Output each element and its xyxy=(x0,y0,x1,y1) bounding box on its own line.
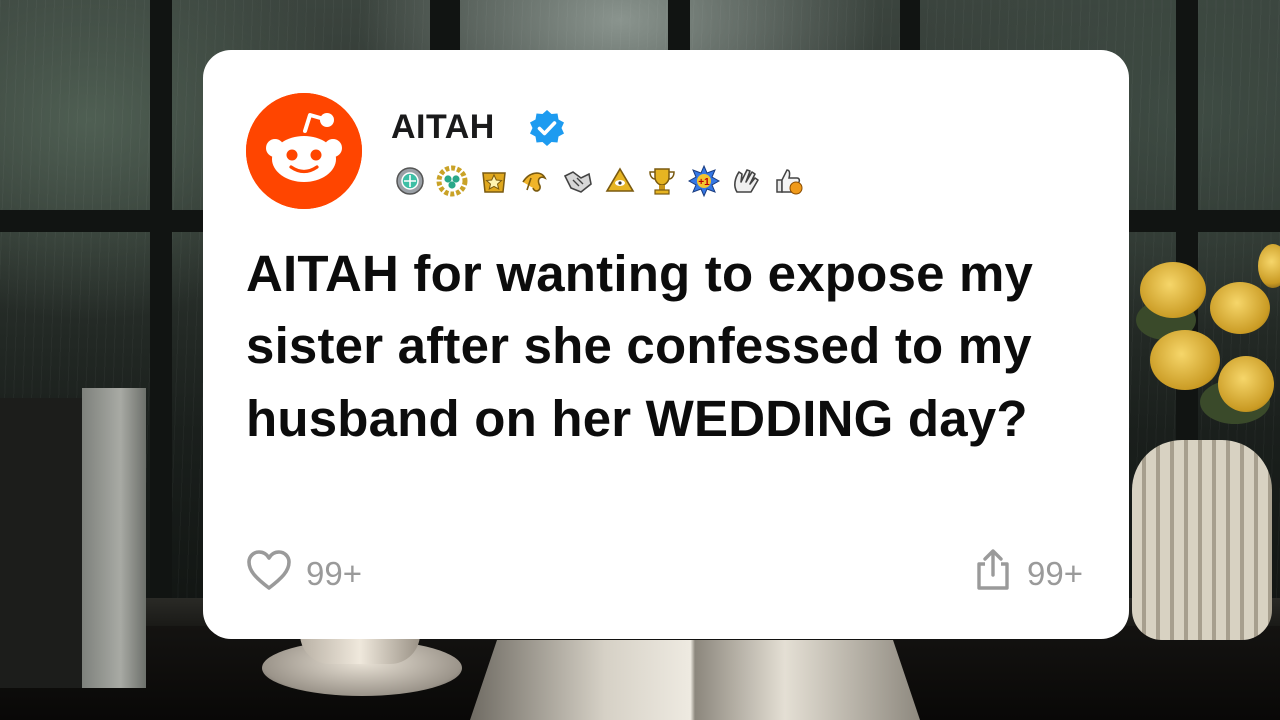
flower xyxy=(1150,330,1220,390)
flower xyxy=(1210,282,1270,334)
award-wreath-icon xyxy=(433,164,471,198)
reddit-avatar-icon[interactable] xyxy=(246,93,362,209)
post-card[interactable]: AITAH +1 AITAH for wanting to expose my … xyxy=(203,50,1129,639)
award-pyramid-icon xyxy=(601,164,639,198)
award-handshake-icon xyxy=(559,164,597,198)
flower xyxy=(1140,262,1206,318)
like-count: 99+ xyxy=(306,555,362,592)
open-book xyxy=(470,640,920,720)
share-button[interactable]: 99+ xyxy=(973,548,1083,600)
vase xyxy=(1132,440,1272,640)
verified-check-icon xyxy=(527,108,567,148)
community-name[interactable]: AITAH xyxy=(391,108,495,147)
award-badges: +1 xyxy=(391,163,807,199)
share-count: 99+ xyxy=(1027,555,1083,592)
award-plus-one-icon: +1 xyxy=(685,164,723,198)
award-takes-my-energy-icon xyxy=(517,164,555,198)
award-clapping-icon xyxy=(727,164,765,198)
svg-text:+1: +1 xyxy=(698,177,710,188)
like-button[interactable]: 99+ xyxy=(246,550,362,598)
award-medal-icon xyxy=(391,164,429,198)
flower xyxy=(1218,356,1274,412)
post-title[interactable]: AITAH for wanting to expose my sister af… xyxy=(246,238,1096,455)
award-trophy-icon xyxy=(643,164,681,198)
heart-icon xyxy=(246,549,292,599)
award-star-icon xyxy=(475,164,513,198)
books xyxy=(0,388,150,688)
book xyxy=(82,388,146,688)
book xyxy=(0,398,84,688)
share-icon xyxy=(973,548,1013,600)
award-thumbs-up-icon xyxy=(769,164,807,198)
window-frame xyxy=(150,0,172,600)
flower xyxy=(1258,244,1280,288)
